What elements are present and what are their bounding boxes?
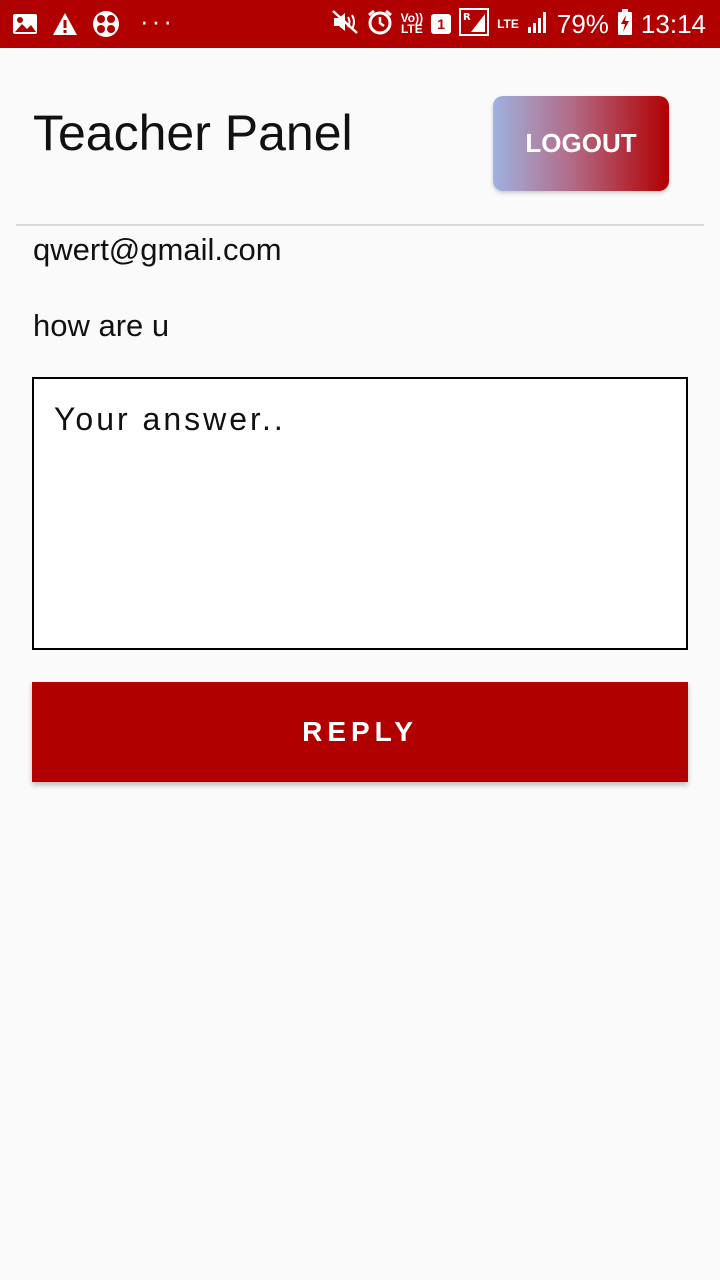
svg-text:R: R bbox=[463, 12, 471, 23]
reply-button[interactable]: REPLY bbox=[32, 682, 688, 782]
overflow-notifications: ··· bbox=[140, 6, 175, 36]
logout-button[interactable]: LOGOUT bbox=[493, 96, 669, 191]
status-bar-left: ··· bbox=[12, 0, 175, 48]
roaming-signal-icon: R bbox=[459, 7, 490, 41]
signal-strength-icon bbox=[527, 10, 549, 39]
clock-time: 13:14 bbox=[640, 9, 706, 39]
battery-charging-icon bbox=[617, 8, 633, 41]
status-bar: ··· Vo)) LTE 1 R LTE 79% 13:14 bbox=[0, 0, 720, 48]
app-icon bbox=[92, 10, 120, 38]
page-title: Teacher Panel bbox=[33, 105, 353, 161]
alarm-icon bbox=[367, 9, 393, 40]
battery-percentage: 79% bbox=[556, 9, 609, 39]
header-divider bbox=[16, 224, 704, 226]
question-message: how are u bbox=[33, 308, 170, 343]
image-icon bbox=[12, 12, 38, 36]
sender-email: qwert@gmail.com bbox=[33, 232, 282, 267]
mute-vibrate-icon bbox=[331, 9, 359, 40]
warning-icon bbox=[52, 12, 78, 36]
lte-indicator: LTE bbox=[497, 16, 519, 31]
sim-slot-badge: 1 bbox=[431, 14, 452, 34]
status-bar-right: Vo)) LTE 1 R LTE 79% 13:14 bbox=[331, 0, 706, 48]
volte-indicator: Vo)) LTE bbox=[400, 12, 423, 36]
volte-lte-text: LTE bbox=[400, 22, 423, 36]
answer-input[interactable] bbox=[32, 377, 688, 650]
